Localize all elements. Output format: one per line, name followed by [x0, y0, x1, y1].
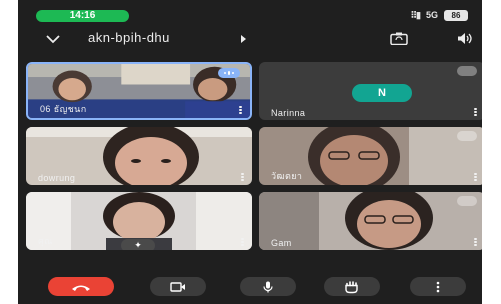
- signal-icon: ⠿▮: [410, 9, 421, 20]
- participant-name: ศุณ: [38, 236, 53, 246]
- participant-tile[interactable]: N Narinna: [259, 62, 482, 120]
- meet-call-screen: 14:16 ⠿▮ 5G 86 akn-bpih-dhu 06 ธัญชนก N …: [18, 0, 482, 304]
- status-time[interactable]: 14:16: [36, 10, 129, 22]
- microphone-icon: [263, 281, 273, 292]
- participant-name: Narinna: [271, 108, 306, 118]
- more-options-button[interactable]: [410, 277, 466, 296]
- muted-mic-icon: [457, 131, 477, 141]
- more-vert-icon[interactable]: [474, 238, 477, 246]
- chevron-down-icon[interactable]: [46, 34, 60, 44]
- muted-mic-icon: [457, 66, 477, 76]
- video-toggle-button[interactable]: [150, 277, 206, 296]
- video-camera-icon: [170, 281, 185, 292]
- participant-tile[interactable]: dowrung: [26, 127, 252, 185]
- meeting-code[interactable]: akn-bpih-dhu: [88, 30, 170, 45]
- network-type: 5G: [425, 10, 438, 20]
- meeting-details-arrow-icon[interactable]: [241, 35, 246, 43]
- self-view-tile[interactable]: ✦ ศุณ: [26, 192, 252, 250]
- sparkle-icon[interactable]: ✦: [121, 239, 155, 250]
- participant-tile[interactable]: 06 ธัญชนก: [26, 62, 252, 120]
- raise-hand-icon: [345, 280, 358, 293]
- speaker-icon[interactable]: [457, 32, 473, 45]
- participant-tile[interactable]: วัฒตยา: [259, 127, 482, 185]
- status-bar: 14:16 ⠿▮ 5G 86: [18, 0, 482, 26]
- participant-name: dowrung: [38, 173, 76, 183]
- more-vert-icon[interactable]: [239, 106, 242, 114]
- phone-hangup-icon: [72, 285, 90, 291]
- camera-switch-icon[interactable]: [390, 32, 408, 45]
- participant-name: วัฒตยา: [271, 171, 303, 181]
- end-call-button[interactable]: [48, 277, 114, 296]
- participant-video: [259, 192, 482, 250]
- muted-mic-icon: [457, 196, 477, 206]
- speaking-indicator-icon: [218, 68, 240, 78]
- battery-icon: 86: [444, 9, 468, 21]
- more-vert-icon[interactable]: [241, 238, 244, 246]
- more-vert-icon: [436, 281, 440, 292]
- participant-name: 06 ธัญชนก: [40, 104, 87, 114]
- mic-toggle-button[interactable]: [240, 277, 296, 296]
- call-controls: [18, 270, 482, 304]
- status-indicators: ⠿▮ 5G 86: [410, 8, 468, 22]
- avatar: N: [352, 84, 412, 102]
- participant-name: Gam: [271, 238, 292, 248]
- raise-hand-button[interactable]: [324, 277, 380, 296]
- more-vert-icon[interactable]: [474, 108, 477, 116]
- participant-tile[interactable]: Gam: [259, 192, 482, 250]
- more-vert-icon[interactable]: [241, 173, 244, 181]
- more-vert-icon[interactable]: [474, 173, 477, 181]
- call-header: akn-bpih-dhu: [18, 26, 482, 56]
